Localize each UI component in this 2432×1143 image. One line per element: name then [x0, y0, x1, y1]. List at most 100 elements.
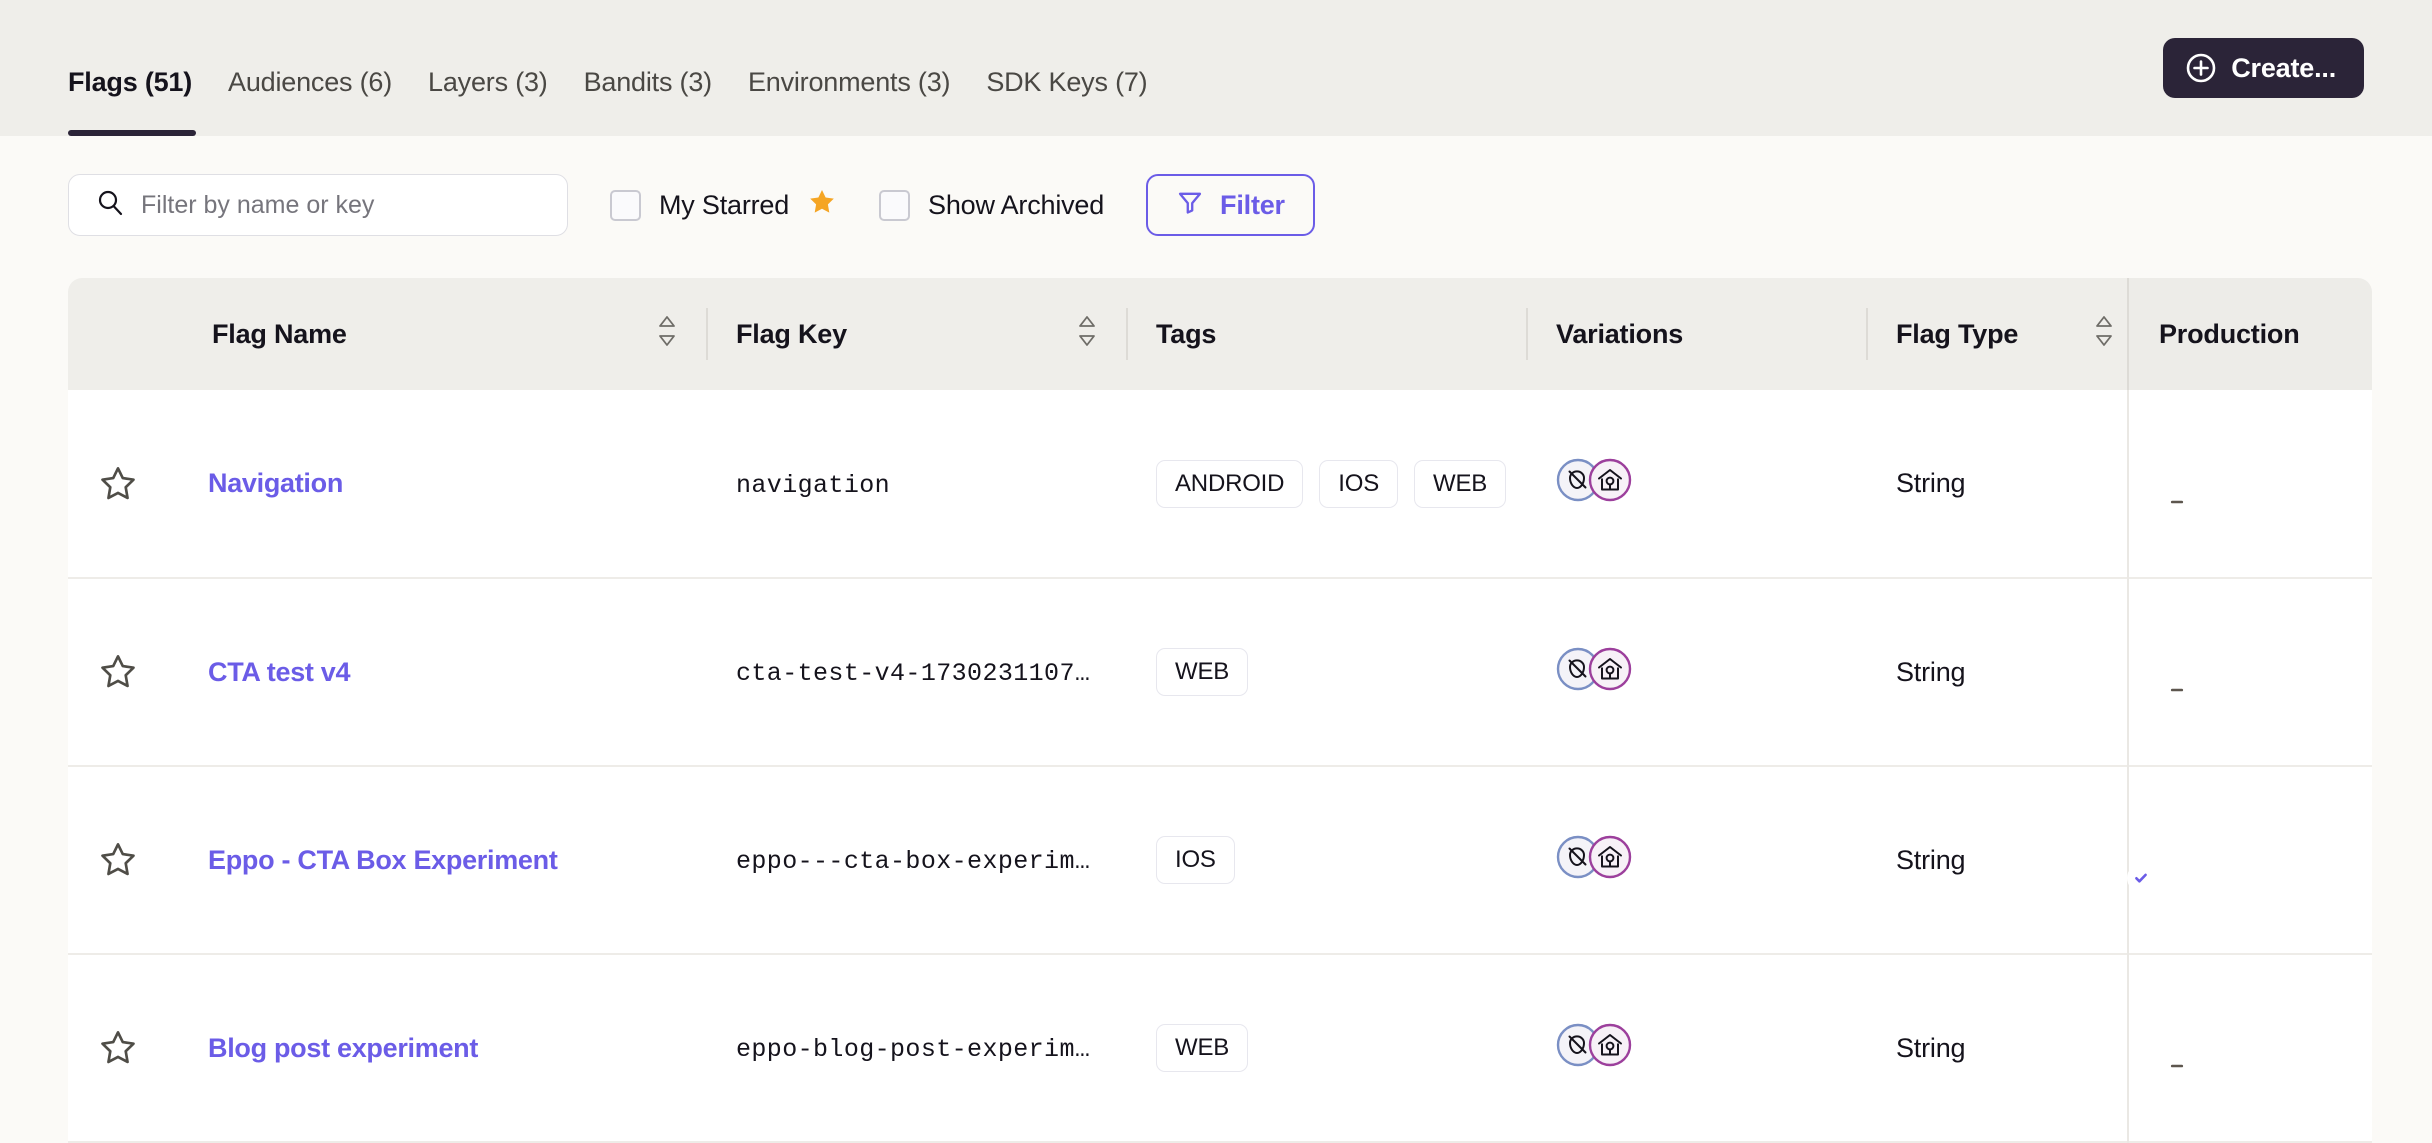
- row-flag-type-cell: String: [1868, 578, 2128, 766]
- col-header-flag-key[interactable]: Flag Key: [708, 278, 1128, 390]
- tab-list: Flags (51)Audiences (6) Layers (3) Bandits…: [68, 0, 1165, 136]
- search-box[interactable]: [68, 174, 568, 236]
- sort-icon[interactable]: [654, 312, 680, 357]
- tab-label: Bandits (3): [584, 67, 712, 97]
- show-archived-label: Show Archived: [928, 190, 1104, 221]
- row-star-cell[interactable]: [68, 954, 208, 1142]
- star-outline-icon[interactable]: [98, 464, 208, 504]
- flag-type-text: String: [1896, 1033, 1965, 1063]
- star-outline-icon[interactable]: [98, 652, 208, 692]
- row-star-cell[interactable]: [68, 578, 208, 766]
- row-production-cell: [2128, 390, 2372, 578]
- tab-5[interactable]: SDK Keys (7): [968, 67, 1165, 136]
- sort-icon[interactable]: [1074, 312, 1100, 357]
- row-flag-name-cell: Navigation: [208, 390, 708, 578]
- row-flag-name-cell: Blog post experiment: [208, 954, 708, 1142]
- tab-4[interactable]: Environments (3): [730, 67, 968, 136]
- star-outline-icon[interactable]: [98, 1028, 208, 1068]
- toggle-knob: [2163, 676, 2191, 704]
- row-flag-type-cell: String: [1868, 390, 2128, 578]
- flag-type-text: String: [1896, 468, 1965, 498]
- col-header-star: [68, 278, 208, 390]
- filter-button[interactable]: Filter: [1146, 174, 1315, 236]
- tab-2[interactable]: Layers (3): [410, 67, 566, 136]
- tab-label: Layers (3): [428, 67, 548, 97]
- col-header-flag-name[interactable]: Flag Name: [208, 278, 708, 390]
- flag-name-link[interactable]: Navigation: [208, 468, 343, 498]
- row-flag-type-cell: String: [1868, 954, 2128, 1142]
- plus-circle-icon: [2185, 52, 2217, 84]
- flag-type-text: String: [1896, 845, 1965, 875]
- row-variations-cell: [1528, 766, 1868, 954]
- birdhouse-icon[interactable]: [1588, 458, 1632, 509]
- col-header-flag-type[interactable]: Flag Type: [1868, 278, 2128, 390]
- row-variations-cell: [1528, 954, 1868, 1142]
- create-button-label: Create...: [2231, 53, 2336, 84]
- row-production-cell: [2128, 578, 2372, 766]
- table-header-row: Flag Name Flag Key: [68, 278, 2372, 390]
- create-button[interactable]: Create...: [2163, 38, 2364, 98]
- funnel-icon: [1176, 188, 1204, 223]
- tag-pill[interactable]: ANDROID: [1156, 460, 1303, 508]
- birdhouse-icon[interactable]: [1588, 647, 1632, 698]
- tag-pill[interactable]: IOS: [1156, 836, 1235, 884]
- row-flag-key-cell: navigation: [708, 390, 1128, 578]
- col-divider: [1866, 308, 1868, 360]
- show-archived-checkbox[interactable]: Show Archived: [879, 190, 1104, 221]
- birdhouse-icon[interactable]: [1588, 1023, 1632, 1074]
- row-star-cell[interactable]: [68, 766, 208, 954]
- row-flag-key-cell: eppo---cta-box-experim…: [708, 766, 1128, 954]
- tag-list: ANDROID IOS WEB: [1156, 460, 1528, 508]
- col-header-variations: Variations: [1528, 278, 1868, 390]
- tab-3[interactable]: Bandits (3): [566, 67, 730, 136]
- tab-label: Environments (3): [748, 67, 950, 97]
- my-starred-checkbox[interactable]: My Starred: [610, 187, 837, 223]
- col-divider: [1526, 308, 1528, 360]
- row-flag-key-cell: cta-test-v4-1730231107…: [708, 578, 1128, 766]
- tag-pill[interactable]: WEB: [1156, 648, 1248, 696]
- flag-name-link[interactable]: Eppo - CTA Box Experiment: [208, 845, 558, 875]
- show-archived-checkbox-box[interactable]: [879, 190, 910, 221]
- tab-1[interactable]: Audiences (6): [210, 67, 410, 136]
- table-row[interactable]: CTA test v4 cta-test-v4-1730231107… WEB Str…: [68, 578, 2372, 766]
- flag-name-link[interactable]: Blog post experiment: [208, 1033, 478, 1063]
- tag-pill[interactable]: WEB: [1414, 460, 1506, 508]
- star-filled-icon: [807, 187, 837, 223]
- tag-list: IOS: [1156, 836, 1528, 884]
- row-flag-name-cell: Eppo - CTA Box Experiment: [208, 766, 708, 954]
- toggle-knob: [2127, 864, 2155, 892]
- col-header-flag-key-label: Flag Key: [736, 319, 847, 350]
- table-row[interactable]: Navigation navigation ANDROID IOS WEB String: [68, 390, 2372, 578]
- tab-label: SDK Keys (7): [986, 67, 1147, 97]
- row-star-cell[interactable]: [68, 390, 208, 578]
- row-variations-cell: [1528, 578, 1868, 766]
- flag-key-text: eppo-blog-post-experim…: [736, 1035, 1090, 1064]
- col-header-production-label: Production: [2159, 319, 2300, 349]
- my-starred-checkbox-box[interactable]: [610, 190, 641, 221]
- flags-table-body: NavigationnavigationANDROIDIOSWEBStringC…: [68, 390, 2372, 1142]
- search-icon: [95, 188, 125, 223]
- sort-icon[interactable]: [2091, 312, 2117, 357]
- tag-pill[interactable]: WEB: [1156, 1024, 1248, 1072]
- flags-table-head: Flag Name Flag Key: [68, 278, 2372, 390]
- tab-0[interactable]: Flags (51): [68, 67, 210, 136]
- birdhouse-icon[interactable]: [1588, 835, 1632, 886]
- flag-key-text: eppo---cta-box-experim…: [736, 847, 1090, 876]
- row-flag-name-cell: CTA test v4: [208, 578, 708, 766]
- variation-list: [1556, 647, 1868, 698]
- col-divider: [706, 308, 708, 360]
- search-input[interactable]: [141, 191, 567, 220]
- star-outline-icon[interactable]: [98, 840, 208, 880]
- row-flag-key-cell: eppo-blog-post-experim…: [708, 954, 1128, 1142]
- my-starred-label: My Starred: [659, 190, 789, 221]
- flag-name-link[interactable]: CTA test v4: [208, 657, 350, 687]
- row-tags-cell: ANDROID IOS WEB: [1128, 390, 1528, 578]
- variation-list: [1556, 1023, 1868, 1074]
- table-row[interactable]: Blog post experiment eppo-blog-post-exper…: [68, 954, 2372, 1142]
- table-row[interactable]: Eppo - CTA Box Experiment eppo---cta-box-…: [68, 766, 2372, 954]
- col-header-flag-name-label: Flag Name: [212, 319, 347, 350]
- col-divider: [1126, 308, 1128, 360]
- tag-pill[interactable]: IOS: [1319, 460, 1398, 508]
- row-tags-cell: WEB: [1128, 954, 1528, 1142]
- variation-list: [1556, 458, 1868, 509]
